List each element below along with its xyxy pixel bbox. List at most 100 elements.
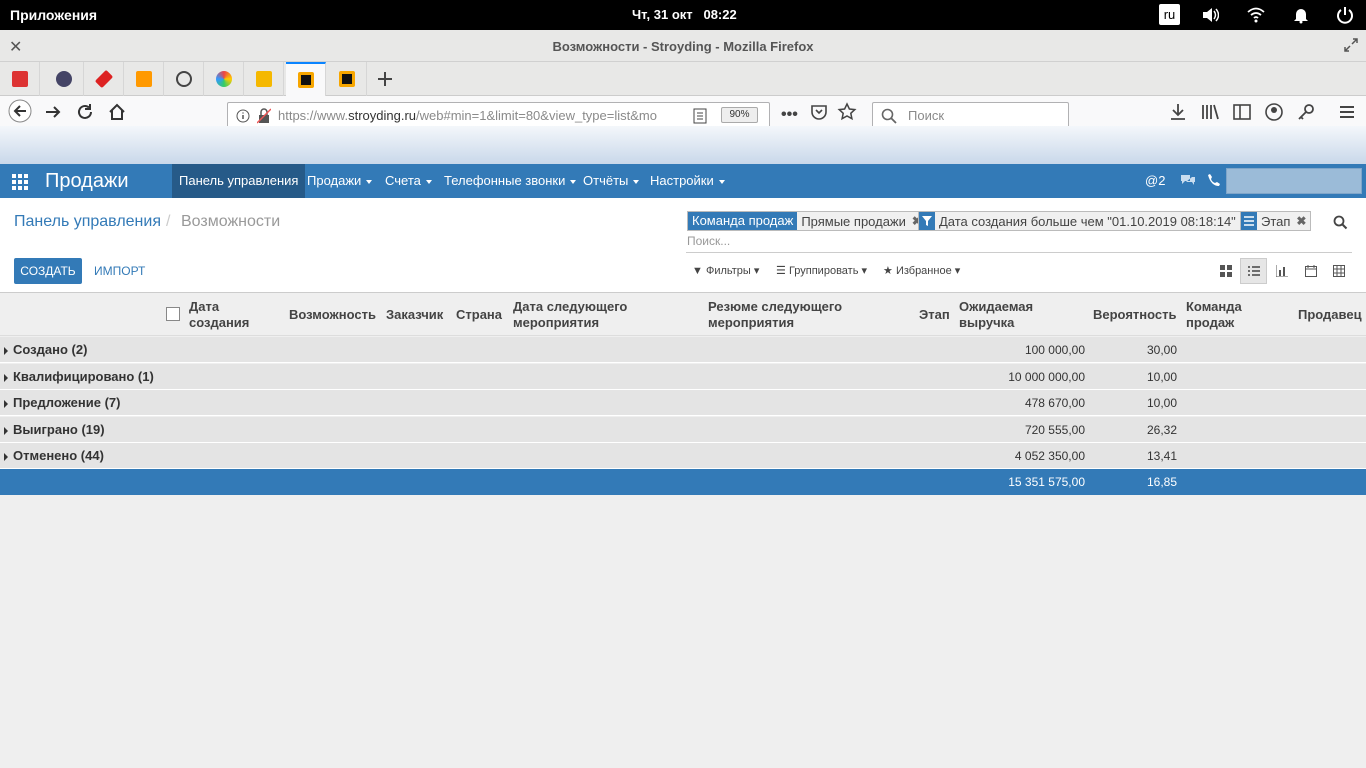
menu-reports[interactable]: Отчёты — [576, 164, 646, 198]
tab-globe[interactable] — [164, 62, 204, 96]
caret-down-icon: ▾ — [861, 265, 868, 277]
breadcrumb-dashboard[interactable]: Панель управления — [14, 213, 161, 231]
media-icon — [55, 71, 72, 87]
favorites-dropdown[interactable]: ★ Избранное ▾ — [883, 264, 960, 277]
window-title: Возможности - Stroyding - Mozilla Firefo… — [552, 39, 814, 54]
account-icon[interactable] — [1264, 102, 1284, 122]
group-row[interactable]: Выиграно (19) 720 555,00 26,32 — [0, 417, 1366, 443]
volume-icon[interactable] — [1201, 6, 1219, 24]
total-revenue: 15 351 575,00 — [1008, 475, 1085, 489]
url-bar[interactable]: https://www.stroyding.ru/web#min=1&limit… — [227, 102, 770, 128]
caret-down-icon — [633, 179, 640, 184]
user-menu-box[interactable] — [1226, 168, 1362, 194]
window-restore-icon[interactable] — [1343, 37, 1359, 53]
column-header-stage[interactable]: Этап — [919, 307, 950, 323]
select-all-checkbox[interactable] — [166, 307, 180, 321]
tab-stroyding[interactable] — [327, 62, 367, 96]
import-button[interactable]: ИМПОРТ — [94, 264, 145, 278]
column-header-expected-revenue[interactable]: Ожидаемая выручка — [959, 299, 1033, 331]
pin-icon — [94, 69, 113, 89]
create-button[interactable]: СОЗДАТЬ — [14, 258, 82, 284]
column-header-probability[interactable]: Вероятность — [1093, 307, 1177, 323]
search-magnifier-icon[interactable] — [1333, 215, 1348, 230]
group-revenue: 478 670,00 — [1024, 396, 1085, 410]
wifi-icon[interactable] — [1247, 6, 1265, 24]
bar-chart-icon — [1275, 265, 1288, 277]
group-name: Квалифицировано (1) — [13, 369, 154, 384]
notifications-bell-icon[interactable] — [1292, 6, 1310, 24]
key-icon[interactable] — [1296, 102, 1316, 122]
tab-arrow[interactable] — [124, 62, 164, 96]
tab-pin[interactable] — [84, 62, 124, 96]
pocket-icon[interactable] — [809, 102, 829, 122]
breadcrumb-separator: / — [166, 213, 171, 230]
menu-phone-calls[interactable]: Телефонные звонки — [437, 164, 583, 198]
kanban-view-button[interactable] — [1212, 258, 1239, 284]
calendar-view-button[interactable] — [1297, 258, 1324, 284]
reader-view-icon[interactable] — [693, 108, 707, 124]
tab-mail[interactable] — [244, 62, 284, 96]
pivot-view-button[interactable] — [1325, 258, 1352, 284]
column-header-next-activity-summary[interactable]: Резюме следующего мероприятия — [708, 299, 842, 331]
column-header-customer[interactable]: Заказчик — [386, 307, 443, 323]
menu-dashboard[interactable]: Панель управления — [172, 164, 306, 198]
search-input[interactable]: Поиск... — [687, 234, 730, 248]
zoom-level[interactable]: 90% — [721, 107, 758, 123]
column-header-salesperson[interactable]: Продавец — [1298, 307, 1362, 323]
tab-bookmark[interactable] — [0, 62, 40, 96]
forward-icon[interactable] — [43, 102, 63, 122]
column-header-next-activity-date[interactable]: Дата следующего мероприятия — [513, 299, 627, 331]
caret-down-icon — [718, 179, 725, 184]
group-by-dropdown[interactable]: ☰ Группировать ▾ — [776, 264, 867, 277]
facet-label: Команда продаж — [688, 212, 798, 230]
home-icon[interactable] — [107, 102, 127, 122]
group-row[interactable]: Отменено (44) 4 052 350,00 13,41 — [0, 443, 1366, 469]
mentions-counter[interactable]: @2 — [1145, 173, 1165, 188]
facet-created-date-filter[interactable]: Дата создания больше чем "01.10.2019 08:… — [918, 211, 1257, 231]
reload-icon[interactable] — [75, 102, 95, 122]
browser-search-field[interactable]: Поиск — [872, 102, 1069, 128]
facet-group-by-stage[interactable]: Этап ✖ — [1240, 211, 1312, 231]
phone-icon[interactable] — [1207, 173, 1221, 187]
keyboard-layout-indicator[interactable]: ru — [1159, 4, 1180, 25]
column-header-country[interactable]: Страна — [456, 307, 502, 323]
arrow-up-right-icon — [135, 71, 152, 87]
menu-settings[interactable]: Настройки — [643, 164, 732, 198]
stroyding-favicon — [297, 72, 314, 88]
list-view-icon — [1247, 266, 1260, 276]
apps-grid-icon[interactable] — [12, 174, 28, 190]
facet-sales-team[interactable]: Команда продаж Прямые продажи ✖ — [687, 211, 927, 231]
tab-stroyding-active[interactable] — [286, 62, 326, 96]
bookmark-star-icon[interactable] — [837, 102, 857, 122]
back-icon[interactable] — [8, 99, 32, 123]
caret-down-icon — [366, 179, 373, 184]
group-row[interactable]: Создано (2) 100 000,00 30,00 — [0, 337, 1366, 363]
applications-menu[interactable]: Приложения — [10, 7, 97, 23]
sidebar-icon[interactable] — [1232, 102, 1252, 122]
menu-sales[interactable]: Продажи — [300, 164, 379, 198]
menu-invoices[interactable]: Счета — [378, 164, 439, 198]
facet-remove-icon[interactable]: ✖ — [1294, 214, 1310, 228]
filters-dropdown[interactable]: ▼ Фильтры ▾ — [692, 264, 759, 277]
page-actions-icon[interactable]: ••• — [781, 106, 798, 124]
hamburger-menu-icon[interactable] — [1337, 102, 1357, 122]
list-view-button[interactable] — [1240, 258, 1267, 284]
clock[interactable]: Чт, 31 окт 08:22 — [632, 7, 737, 22]
chat-bubbles-icon[interactable] — [1180, 174, 1196, 188]
app-brand[interactable]: Продажи — [45, 170, 129, 193]
downloads-icon[interactable] — [1168, 102, 1188, 122]
info-icon[interactable] — [236, 109, 250, 123]
menu-label: Телефонные звонки — [444, 173, 566, 188]
tab-media[interactable] — [44, 62, 84, 96]
graph-view-button[interactable] — [1268, 258, 1295, 284]
column-header-sales-team[interactable]: Команда продаж — [1186, 299, 1242, 331]
insecure-lock-icon[interactable] — [257, 108, 271, 124]
group-row[interactable]: Предложение (7) 478 670,00 10,00 — [0, 390, 1366, 416]
group-row[interactable]: Квалифицировано (1) 10 000 000,00 10,00 — [0, 364, 1366, 390]
power-icon[interactable] — [1336, 6, 1354, 24]
library-icon[interactable] — [1200, 102, 1220, 122]
column-header-created-date[interactable]: Дата создания — [189, 299, 249, 331]
column-header-opportunity[interactable]: Возможность — [289, 307, 376, 323]
tab-colorful[interactable] — [204, 62, 244, 96]
new-tab-button[interactable] — [365, 62, 405, 96]
